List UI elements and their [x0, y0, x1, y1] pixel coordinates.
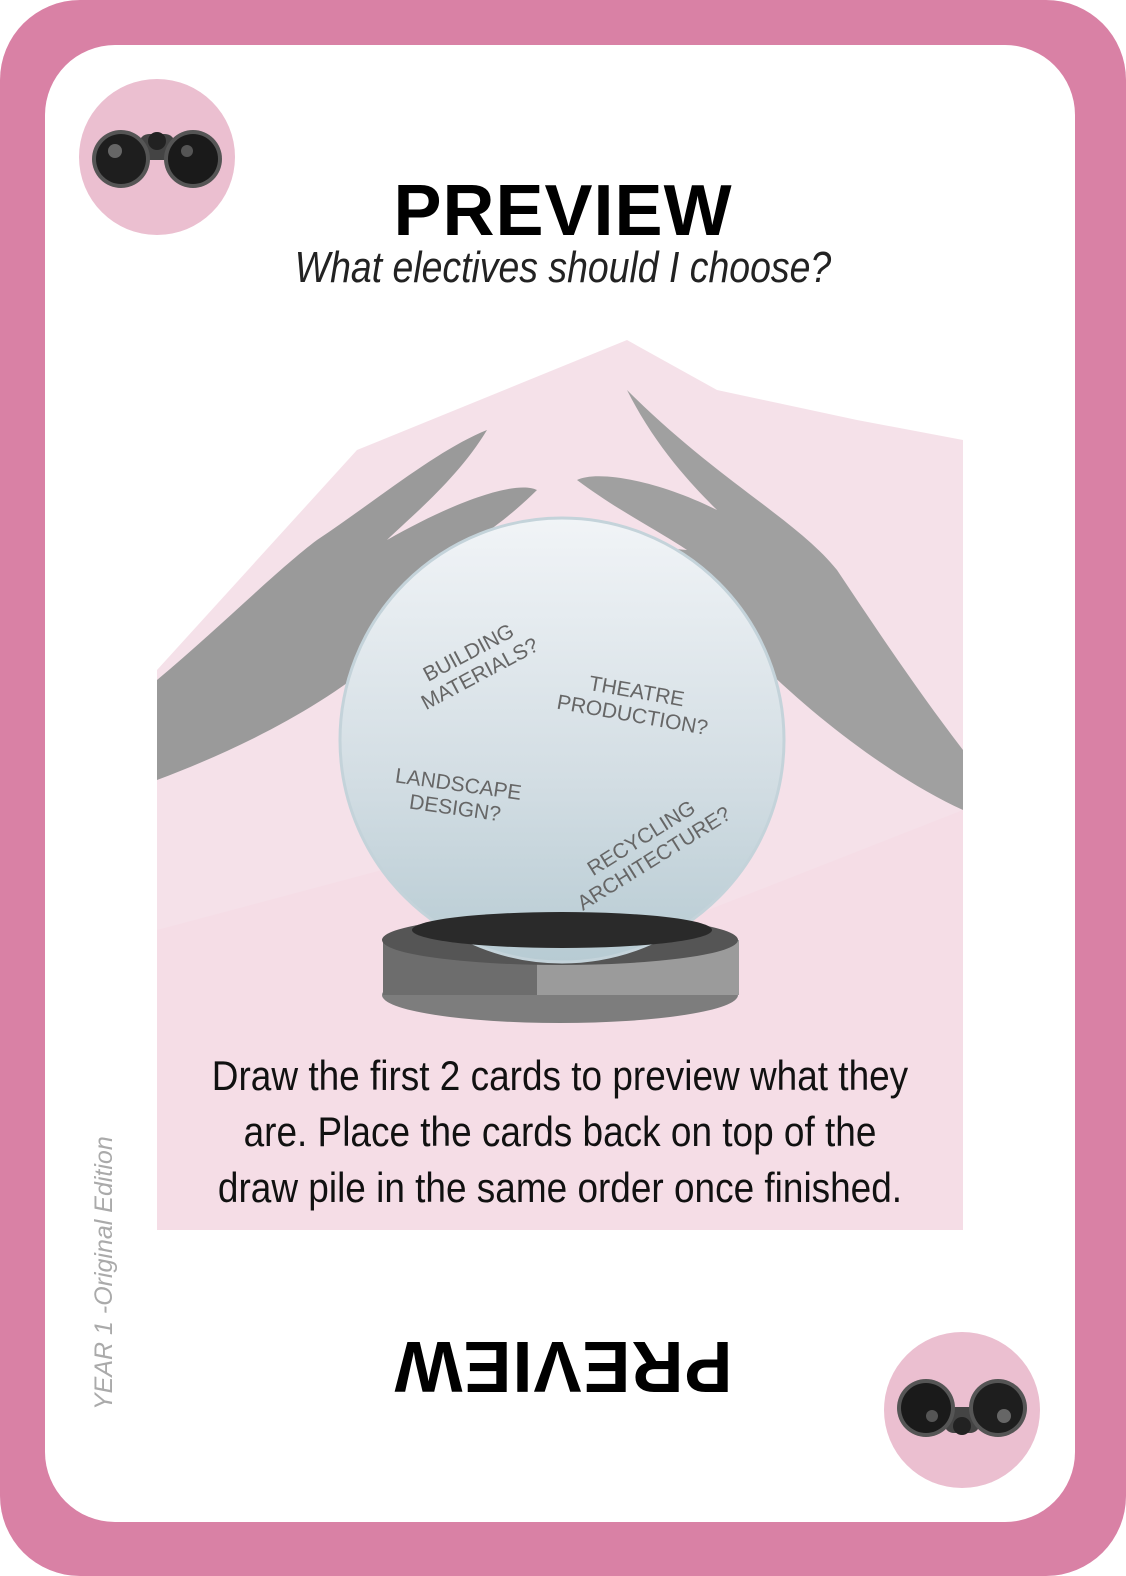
card-title: PREVIEW	[393, 171, 733, 251]
card-title-inverted: PREVIEW	[393, 1326, 733, 1406]
card-subtitle: What electives should I choose?	[294, 243, 832, 292]
card-instructions: Draw the first 2 cards to preview what t…	[211, 1052, 909, 1211]
